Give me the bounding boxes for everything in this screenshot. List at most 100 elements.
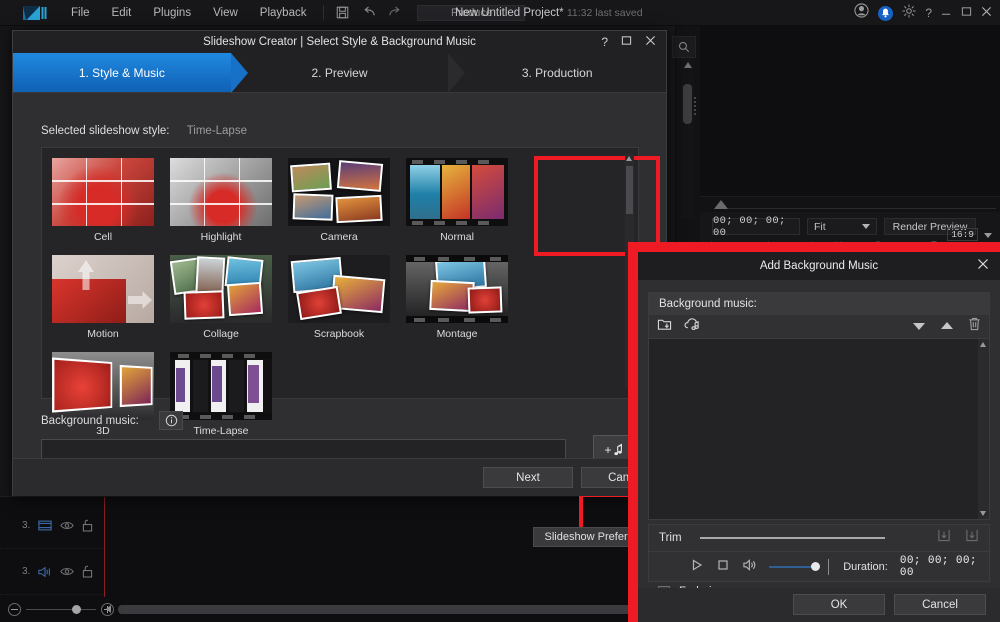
scroll-left-arrow-icon[interactable]	[106, 605, 111, 613]
step-style-music[interactable]: 1. Style & Music	[13, 53, 248, 93]
save-icon[interactable]	[336, 6, 349, 19]
music-list-scrollbar[interactable]	[978, 339, 989, 519]
next-button[interactable]: Next	[483, 467, 573, 488]
mark-out-icon[interactable]	[965, 529, 979, 547]
info-icon[interactable]	[159, 411, 183, 430]
background-music-input[interactable]	[41, 439, 566, 460]
slideshow-dialog-body: Selected slideshow style: Time-Lapse Cel…	[13, 93, 671, 547]
step-label: 1. Style & Music	[78, 65, 165, 80]
style-card-highlight[interactable]: Highlight	[170, 158, 272, 243]
preview-scrub-bar[interactable]	[700, 196, 1000, 212]
style-card-motion[interactable]: Motion	[52, 255, 154, 340]
scroll-down-arrow-icon[interactable]	[980, 511, 986, 516]
slideshow-dialog-titlebar-buttons: ?	[601, 33, 656, 51]
ok-button[interactable]: OK	[793, 594, 885, 615]
music-cloud-icon[interactable]	[684, 317, 701, 336]
style-card-label: Camera	[320, 231, 358, 243]
powerdirector-logo-icon[interactable]	[22, 4, 48, 22]
move-down-icon[interactable]	[912, 318, 926, 336]
notification-icon[interactable]	[878, 5, 894, 21]
maximize-icon[interactable]	[621, 33, 632, 51]
audio-track-icon[interactable]	[38, 566, 52, 578]
cancel-button[interactable]: Cancel	[894, 594, 986, 615]
import-folder-icon[interactable]	[657, 317, 672, 336]
style-card-montage[interactable]: Montage	[406, 255, 508, 340]
trim-slider[interactable]	[699, 537, 885, 539]
playhead-marker-icon[interactable]	[714, 200, 728, 209]
eye-icon[interactable]	[60, 520, 75, 531]
scroll-up-arrow-icon[interactable]	[684, 62, 692, 68]
menu-file[interactable]: File	[60, 0, 101, 26]
timeline-track-audio[interactable]: 3.	[0, 549, 104, 595]
scrollbar-thumb[interactable]	[683, 84, 692, 124]
style-card-camera[interactable]: Camera	[288, 158, 390, 243]
style-card-normal[interactable]: Normal	[406, 158, 508, 243]
style-thumbnail[interactable]	[52, 255, 154, 323]
scrollbar-thumb[interactable]	[626, 166, 633, 214]
help-icon[interactable]: ?	[925, 6, 932, 20]
maximize-icon[interactable]	[961, 4, 972, 22]
style-card-scrapbook[interactable]: Scrapbook	[288, 255, 390, 340]
zoom-out-icon[interactable]	[8, 602, 21, 616]
play-icon[interactable]	[691, 558, 703, 576]
timeline-playhead[interactable]	[104, 497, 105, 597]
unlock-icon[interactable]	[82, 519, 93, 532]
music-dialog-titlebar: Add Background Music	[638, 252, 1000, 280]
selected-style-value: Time-Lapse	[186, 125, 247, 137]
style-thumbnail[interactable]	[170, 158, 272, 226]
minimize-icon[interactable]	[941, 4, 952, 22]
eye-icon[interactable]	[60, 566, 75, 577]
gear-icon[interactable]	[902, 3, 916, 23]
mark-in-icon[interactable]	[937, 529, 951, 547]
move-up-icon[interactable]	[940, 318, 954, 336]
timeline-track-video[interactable]: 3.	[0, 503, 104, 549]
style-card-collage[interactable]: Collage	[170, 255, 272, 340]
account-icon[interactable]	[854, 3, 869, 23]
style-thumbnail[interactable]	[288, 255, 390, 323]
style-thumbnail[interactable]	[406, 158, 508, 226]
step-production[interactable]: 3. Production	[448, 53, 666, 92]
trim-row: Trim	[648, 524, 990, 552]
close-icon[interactable]	[645, 33, 656, 51]
undo-icon[interactable]	[361, 6, 376, 19]
close-icon[interactable]	[977, 257, 989, 275]
help-icon[interactable]: ?	[601, 35, 608, 49]
style-thumbnail[interactable]	[170, 352, 272, 420]
library-scrollbar[interactable]	[681, 58, 694, 218]
close-icon[interactable]	[981, 4, 992, 22]
menu-playback[interactable]: Playback	[249, 0, 318, 26]
menu-edit[interactable]: Edit	[101, 0, 143, 26]
volume-slider-knob[interactable]	[811, 561, 821, 571]
search-icon[interactable]	[672, 36, 696, 58]
music-list[interactable]	[649, 339, 989, 519]
volume-icon[interactable]	[743, 558, 757, 576]
chevron-down-icon[interactable]	[984, 233, 992, 238]
slideshow-dialog-footer: Next Cancel	[13, 458, 671, 496]
step-preview[interactable]: 2. Preview	[231, 53, 466, 93]
volume-slider[interactable]	[769, 561, 821, 571]
preview-window	[700, 26, 1000, 206]
project-name: New Untitled Project* 11:32 last saved	[455, 0, 643, 26]
style-thumbnail[interactable]	[52, 158, 154, 226]
duration-value[interactable]: 00; 00; 00; 00	[900, 555, 989, 579]
redo-icon[interactable]	[388, 6, 403, 19]
zoom-slider-knob[interactable]	[72, 604, 81, 614]
menu-plugins[interactable]: Plugins	[142, 0, 202, 26]
video-track-icon[interactable]	[38, 520, 52, 531]
scrollbar-thumb[interactable]	[118, 604, 647, 614]
panel-resize-handle[interactable]	[694, 95, 698, 115]
style-thumbnail[interactable]	[406, 255, 508, 323]
timeline-horizontal-scrollbar[interactable]	[118, 604, 692, 614]
scroll-up-arrow-icon[interactable]	[626, 156, 632, 161]
timeline-zoom-slider[interactable]	[26, 604, 96, 614]
stop-icon[interactable]	[717, 558, 729, 576]
style-thumbnail[interactable]	[52, 352, 154, 420]
delete-icon[interactable]	[968, 317, 981, 336]
scroll-up-arrow-icon[interactable]	[980, 342, 986, 347]
unlock-icon[interactable]	[82, 565, 93, 578]
style-thumbnail[interactable]	[288, 158, 390, 226]
menu-view[interactable]: View	[202, 0, 249, 26]
style-thumbnail[interactable]	[170, 255, 272, 323]
style-card-cell[interactable]: Cell	[52, 158, 154, 243]
music-toolbar-right	[912, 317, 981, 336]
